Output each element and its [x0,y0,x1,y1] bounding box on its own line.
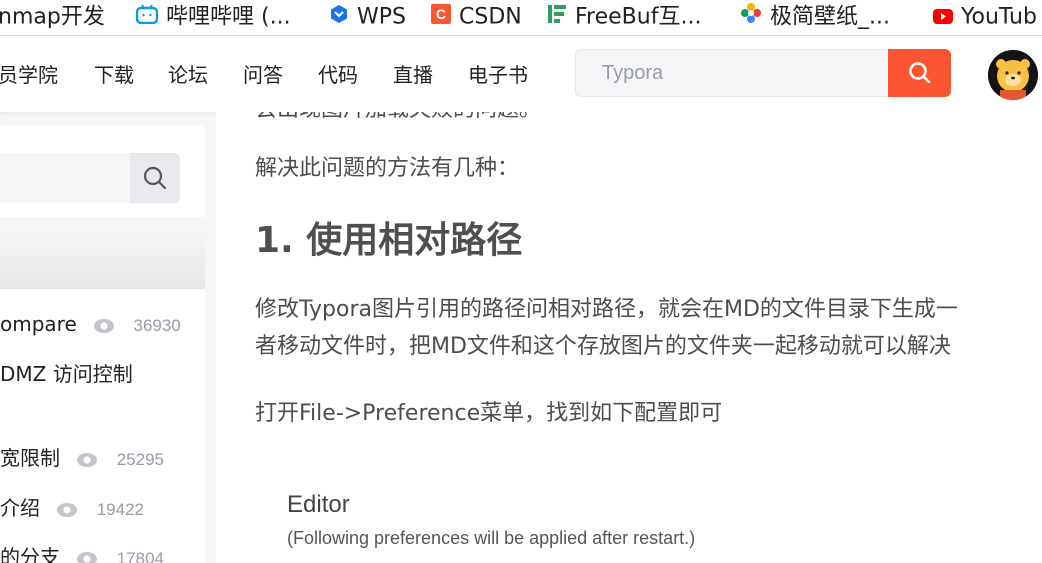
hot-article-item[interactable]: ompare 36930 [0,310,181,341]
nav-ebook[interactable]: 电子书 [468,62,528,88]
article-title: 介绍 [0,496,40,520]
nav-academy[interactable]: 员学院 [0,62,58,88]
site-toolbar: 员学院 下载 论坛 问答 代码 直播 电子书 [0,36,1042,112]
bookmark-label: FreeBuf互... [575,4,702,30]
blog-search-input[interactable] [0,153,180,203]
view-count: 25295 [116,450,164,469]
eye-icon [56,497,78,525]
bookmark-label: 哔哩哔哩 (... [166,4,291,30]
nav-download[interactable]: 下载 [94,62,134,88]
view-count: 17804 [116,549,164,563]
screenshot-title: Editor [287,491,350,518]
article-title: DMZ 访问控制 [0,362,133,386]
hot-article-item[interactable]: DMZ 访问控制 [0,360,133,388]
csdn-icon: C [431,1,451,34]
hot-article-item[interactable]: 的分支 17804 [0,543,164,563]
search-box [575,49,888,97]
article-title: ompare [0,312,77,336]
article-paragraph: 者移动文件时，把MD文件和这个存放图片的文件夹一起移动就可以解决 [255,334,951,359]
eye-icon [76,447,98,475]
avatar-icon [988,50,1038,100]
bookmark-wps[interactable]: WPS [329,0,406,33]
blog-search-button[interactable] [130,153,180,203]
bookmark-label: WPS [357,4,406,30]
eye-icon [93,313,115,341]
bookmarks-bar: nmap开发 哔哩哔哩 (... WPS C CSDN FreeBuf互... … [0,0,1042,36]
article-paragraph: 打开File->Preference菜单，找到如下配置即可 [255,401,723,426]
bookmark-nmap[interactable]: nmap开发 [0,0,105,33]
freebuf-icon [547,1,567,34]
article-paragraph: 解决此问题的方法有几种： [255,156,520,181]
avatar[interactable] [988,50,1038,100]
article-title: 宽限制 [0,446,60,470]
bookmark-freebuf[interactable]: FreeBuf互... [547,0,701,33]
bookmark-csdn[interactable]: C CSDN [431,0,522,33]
hot-article-item[interactable]: 介绍 19422 [0,494,144,525]
screenshot-subtitle: (Following preferences will be applied a… [287,528,696,548]
search-icon [142,165,168,195]
nav-forum[interactable]: 论坛 [168,62,208,88]
bookmark-label: 极简壁纸_... [770,4,890,30]
bilibili-icon [135,1,159,34]
bookmark-wallpaper[interactable]: 极简壁纸_... [740,0,890,33]
bookmark-youtube[interactable]: YouTub [933,0,1037,33]
article-paragraph: 会出现图片加载失败的问题。 [255,112,541,130]
hot-articles-card: ompare 36930 DMZ 访问控制 宽限制 25295 介绍 19422… [0,227,205,563]
sidebar-search-card [0,125,205,217]
view-count: 36930 [133,316,181,335]
hot-article-item[interactable]: 宽限制 25295 [0,444,164,475]
view-count: 19422 [96,500,144,519]
hot-articles-header [0,227,205,289]
bookmark-label: CSDN [459,4,522,30]
svg-text:C: C [436,6,446,22]
section-heading: 1. 使用相对路径 [255,220,523,261]
article-content: 会出现图片加载失败的问题。 解决此问题的方法有几种： 1. 使用相对路径 修改T… [216,112,1042,563]
nav-code[interactable]: 代码 [318,62,358,88]
eye-icon [76,546,98,563]
wallpaper-icon [740,1,762,34]
article-title: 的分支 [0,545,60,563]
bookmark-label: nmap开发 [0,4,105,30]
bookmark-label: YouTub [961,4,1037,30]
nav-qa[interactable]: 问答 [243,62,283,88]
search-icon [908,61,932,89]
article-paragraph: 修改Typora图片引用的路径问相对路径，就会在MD的文件目录下生成一 [255,297,958,322]
nav-live[interactable]: 直播 [393,62,433,88]
search-button[interactable] [888,49,951,97]
youtube-icon [933,1,953,34]
search-input[interactable] [576,50,882,96]
bookmark-bilibili[interactable]: 哔哩哔哩 (... [135,0,291,34]
wps-icon [329,1,349,34]
